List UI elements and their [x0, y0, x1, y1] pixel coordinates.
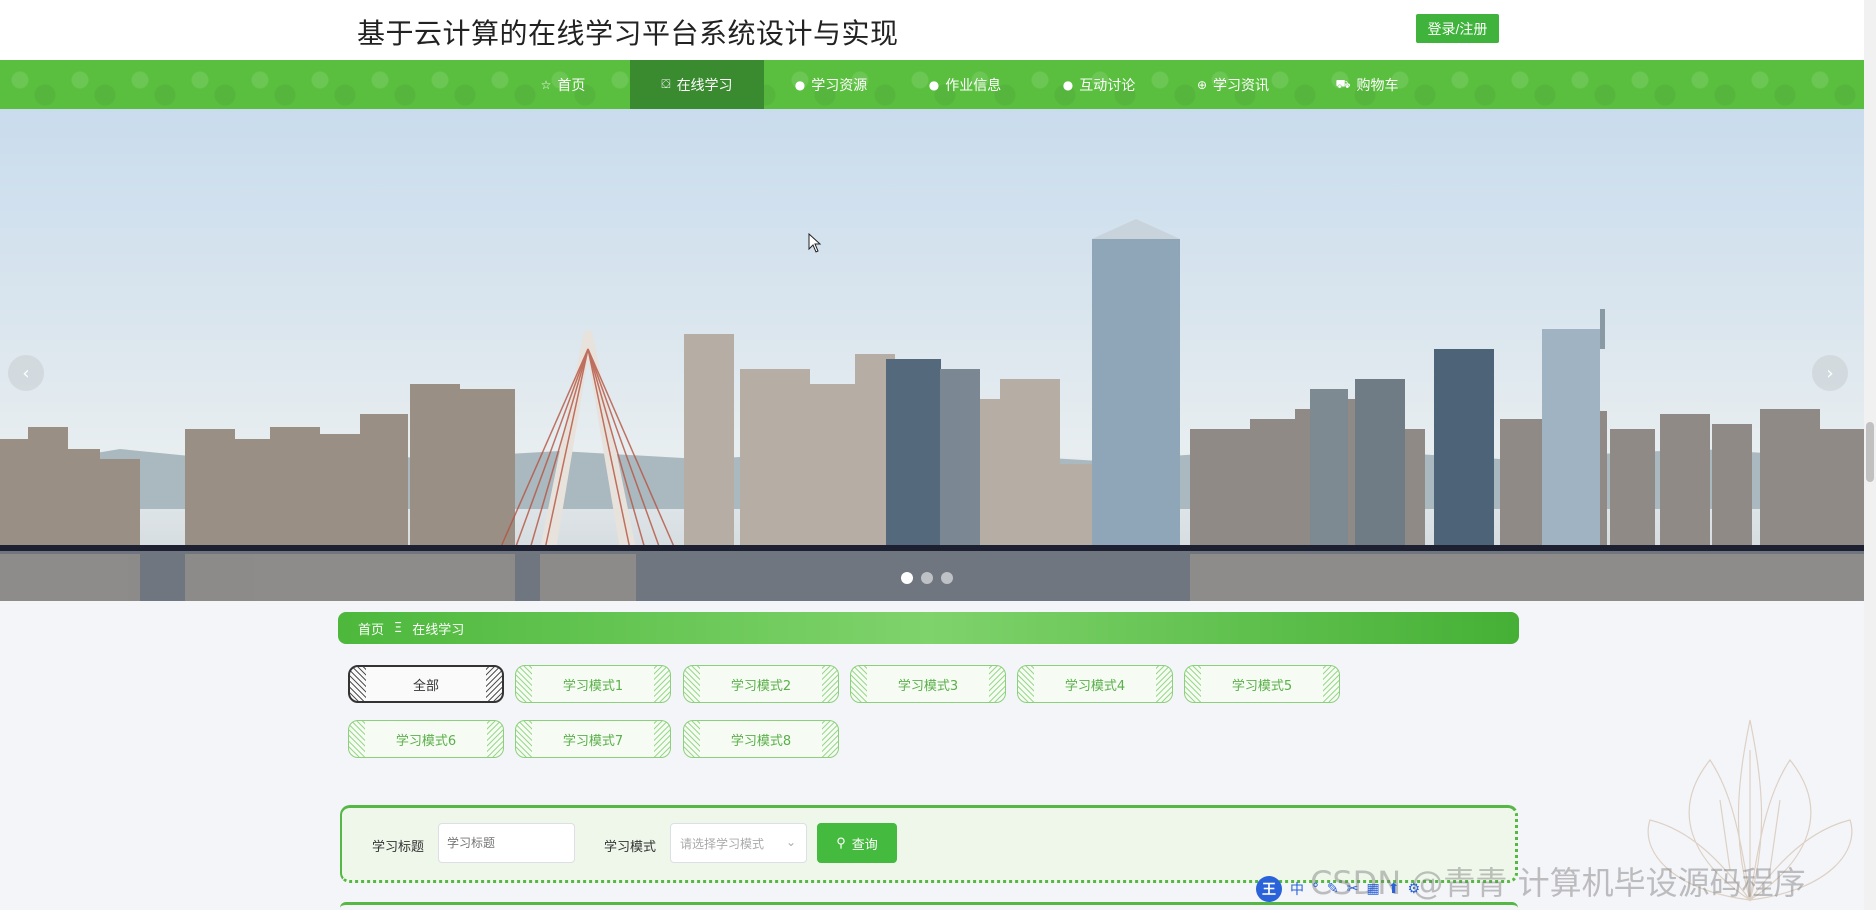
nav-item-homework[interactable]: ● 作业信息: [898, 60, 1032, 109]
page-scrollbar-thumb[interactable]: [1866, 422, 1874, 482]
site-title: 基于云计算的在线学习平台系统设计与实现: [357, 17, 899, 50]
breadcrumb-home-link[interactable]: 首页: [358, 619, 384, 638]
bag-icon: ⛋: [661, 77, 671, 91]
mode-filter-label: 学习模式: [604, 840, 657, 855]
main-nav: ☆ 首页 ⛋ 在线学习 ● 学习资源 ● 作业信息 ● 互动讨论 ⊕ 学习资讯 …: [0, 60, 1864, 109]
info-icon: ●: [1062, 77, 1074, 92]
login-register-button[interactable]: 登录/注册: [1416, 14, 1499, 43]
nav-item-label: 首页: [557, 77, 586, 94]
ime-skin-icon[interactable]: ⬆: [1388, 881, 1400, 897]
nav-item-label: 学习资源: [811, 77, 868, 94]
nav-item-label: 购物车: [1356, 77, 1399, 94]
breadcrumb: 首页 Ξ 在线学习: [338, 612, 1519, 644]
carousel-next-button[interactable]: ›: [1812, 355, 1848, 391]
globe-icon: ⊕: [1196, 77, 1208, 92]
nav-item-cart[interactable]: ⛟ 购物车: [1300, 60, 1434, 109]
ime-chinese-toggle[interactable]: 中: [1290, 879, 1304, 899]
banner-carousel: ‹ ›: [0, 109, 1864, 601]
ime-toolbar: 王 中 ° ✎ ✂ ▦ ⬆ ⚙: [1256, 876, 1420, 902]
carousel-dot[interactable]: [901, 572, 913, 584]
top-header: 基于云计算的在线学习平台系统设计与实现 登录/注册: [0, 0, 1876, 60]
nav-item-learning-resources[interactable]: ● 学习资源: [764, 60, 898, 109]
category-tag[interactable]: 学习模式2: [683, 665, 839, 703]
ime-logo-icon[interactable]: 王: [1256, 876, 1282, 902]
category-tag[interactable]: 学习模式4: [1017, 665, 1173, 703]
ime-handwriting-icon[interactable]: ✎: [1327, 881, 1339, 897]
category-tag[interactable]: 学习模式5: [1184, 665, 1340, 703]
carousel-dots: [901, 572, 953, 584]
nav-item-online-learning[interactable]: ⛋ 在线学习: [630, 60, 764, 109]
ime-keyboard-icon[interactable]: ▦: [1366, 881, 1379, 897]
nav-items: ☆ 首页 ⛋ 在线学习 ● 学习资源 ● 作业信息 ● 互动讨论 ⊕ 学习资讯 …: [496, 60, 1434, 109]
category-tag-all[interactable]: 全部: [348, 665, 504, 703]
category-tag[interactable]: 学习模式1: [515, 665, 671, 703]
ime-scissors-icon[interactable]: ✂: [1347, 881, 1359, 897]
carousel-dot[interactable]: [941, 572, 953, 584]
nav-item-label: 互动讨论: [1079, 77, 1136, 94]
search-icon: ⚲: [836, 835, 846, 850]
category-tag[interactable]: 学习模式6: [348, 720, 504, 758]
category-tag[interactable]: 学习模式3: [850, 665, 1006, 703]
search-button[interactable]: ⚲ 查询: [817, 823, 897, 863]
breadcrumb-separator: Ξ: [394, 620, 403, 636]
category-tag[interactable]: 学习模式8: [683, 720, 839, 758]
category-tag[interactable]: 学习模式7: [515, 720, 671, 758]
info-icon: ●: [928, 77, 940, 92]
mouse-cursor-icon: [808, 233, 822, 253]
breadcrumb-current: 在线学习: [412, 622, 465, 638]
nav-item-news[interactable]: ⊕ 学习资讯: [1166, 60, 1300, 109]
carousel-dot[interactable]: [921, 572, 933, 584]
ime-punctuation-icon[interactable]: °: [1312, 881, 1319, 897]
nav-item-discussion[interactable]: ● 互动讨论: [1032, 60, 1166, 109]
chevron-down-icon: ⌄: [785, 835, 796, 849]
title-search-input[interactable]: [438, 823, 575, 863]
info-icon: ●: [794, 77, 806, 92]
city-skyline-image: [0, 219, 1864, 601]
search-button-label: 查询: [851, 836, 878, 852]
nav-item-home[interactable]: ☆ 首页: [496, 60, 630, 109]
nav-item-label: 作业信息: [945, 77, 1002, 94]
mode-select[interactable]: 请选择学习模式 ⌄: [670, 823, 807, 863]
nav-item-label: 在线学习: [676, 77, 733, 94]
title-filter-label: 学习标题: [372, 840, 425, 855]
star-icon: ☆: [540, 77, 552, 92]
nav-item-label: 学习资讯: [1213, 77, 1270, 94]
ime-settings-icon[interactable]: ⚙: [1407, 881, 1420, 897]
mode-select-placeholder: 请选择学习模式: [680, 836, 765, 851]
cart-icon: ⛟: [1335, 76, 1351, 91]
carousel-prev-button[interactable]: ‹: [8, 355, 44, 391]
